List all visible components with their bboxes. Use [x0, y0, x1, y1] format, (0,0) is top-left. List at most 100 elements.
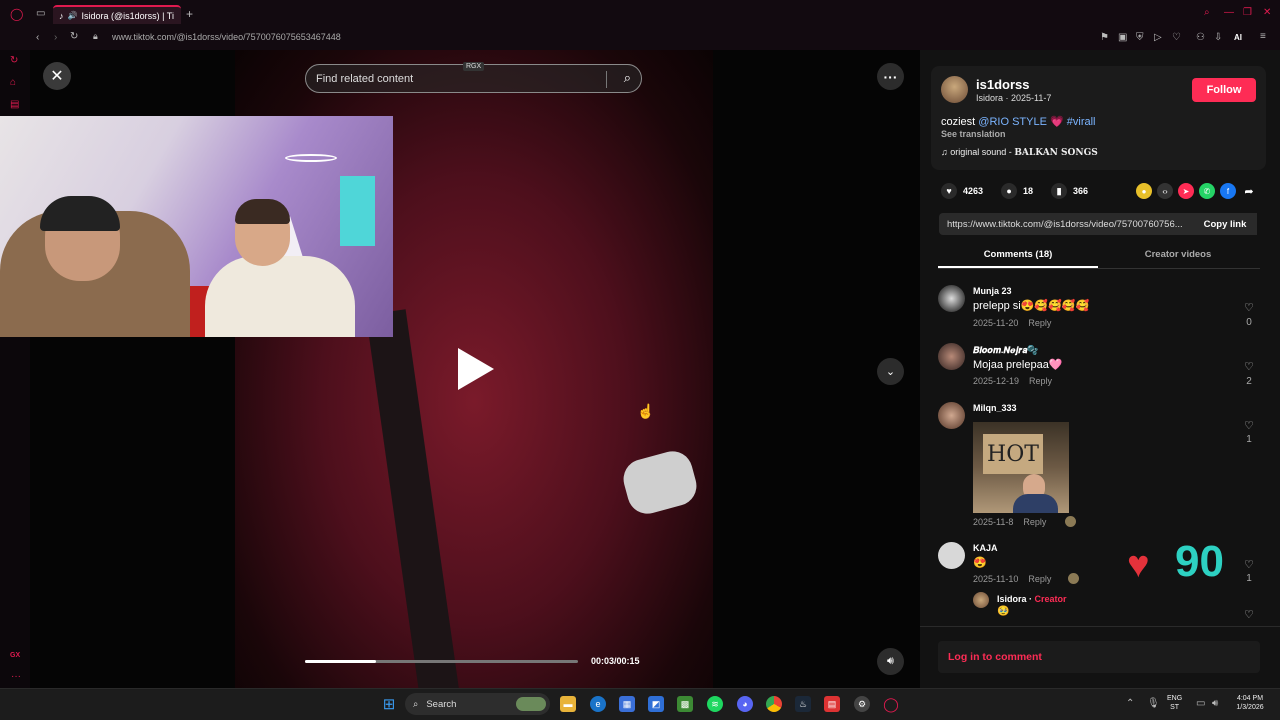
original-sound[interactable]: ♫ original sound - BALKAN SONGS — [941, 147, 1098, 158]
comment-author[interactable]: Munja 23 — [973, 286, 1012, 296]
reply-button[interactable]: Reply — [1023, 517, 1046, 527]
reply-button[interactable]: Reply — [1028, 318, 1051, 328]
microphone-icon[interactable]: 🎙︎ — [1147, 699, 1160, 709]
bookmark-icon[interactable]: ⚑ — [1100, 33, 1109, 43]
bookmark-icon[interactable]: ▮ — [1051, 183, 1068, 199]
app-icon[interactable]: ▤ — [824, 696, 840, 712]
comment-text: 😍 — [973, 557, 987, 569]
comment-like-icon[interactable]: ♡ — [1244, 301, 1254, 314]
overlay-heart-count: 90 — [1175, 537, 1224, 586]
speaker-icon[interactable]: 🔊 — [68, 11, 78, 20]
heart-icon[interactable]: ♡ — [1172, 33, 1181, 43]
see-translation-link[interactable]: See translation — [941, 129, 1006, 139]
comment-like-icon[interactable]: ♡ — [1244, 608, 1254, 621]
shield-icon[interactable]: ⛨ — [1136, 33, 1144, 43]
reply-button[interactable]: Reply — [1028, 574, 1051, 584]
comment-like-icon[interactable]: ♡ — [1244, 419, 1254, 432]
volume-button[interactable]: 🔊︎ — [877, 648, 904, 675]
sidebar-bag-icon[interactable]: ⌂ — [10, 78, 16, 88]
caption-hashtag[interactable]: #virall — [1067, 116, 1096, 128]
forward-icon[interactable]: › — [54, 33, 57, 43]
login-to-comment[interactable]: Log in to comment — [938, 641, 1260, 673]
sidebar-gx-label[interactable]: GX — [10, 652, 20, 659]
author-username[interactable]: is1dorss — [976, 77, 1029, 92]
comment-icon[interactable]: ● — [1001, 183, 1018, 199]
menu-icon[interactable]: ≡ — [1260, 32, 1266, 42]
creator-reply-name[interactable]: Isidora — [997, 594, 1027, 604]
minimize-icon[interactable]: — — [1224, 8, 1234, 18]
account-icon[interactable]: ⚇ — [1196, 33, 1205, 43]
reload-icon[interactable]: ↻ — [70, 32, 78, 42]
player-icon[interactable]: ▷ — [1154, 33, 1162, 43]
browser-tab-bar: ◯ ▭ ♪ 🔊 Isidora (@is1dorss) | Ti + ⌕ — ❐… — [0, 0, 1280, 28]
whatsapp-icon[interactable]: ✆ — [1199, 183, 1215, 199]
edge-icon[interactable]: e — [590, 696, 606, 712]
close-video-button[interactable]: ✕ — [43, 62, 71, 90]
clock[interactable]: 4:04 PM 1/3/2026 — [1230, 694, 1270, 712]
minecraft-icon[interactable]: ▩ — [677, 696, 693, 712]
aria-ai-button[interactable]: AI — [1234, 33, 1242, 42]
copy-link-button[interactable]: Copy link — [1193, 213, 1257, 235]
language-indicator[interactable]: ENG ST — [1167, 694, 1182, 712]
reply-button[interactable]: Reply — [1029, 376, 1052, 386]
tray-chevron-icon[interactable]: ⌃ — [1126, 699, 1134, 709]
app-icon[interactable]: ◩ — [648, 696, 664, 712]
steam-icon[interactable]: ♨ — [795, 696, 811, 712]
coin-icon[interactable]: ● — [1136, 183, 1152, 199]
snapshot-icon[interactable]: ▣ — [1118, 33, 1127, 43]
spotify-icon[interactable]: ≋ — [707, 696, 723, 712]
comment-gif[interactable]: HOT — [973, 422, 1069, 513]
lock-icon[interactable]: 🔒︎ — [93, 32, 98, 41]
workspaces-icon[interactable]: ▭ — [36, 9, 45, 19]
new-tab-button[interactable]: + — [186, 8, 193, 20]
url-text[interactable]: www.tiktok.com/@is1dorss/video/757007607… — [112, 32, 341, 42]
discord-icon[interactable]: ◕ — [737, 696, 753, 712]
tab-creator-videos[interactable]: Creator videos — [1098, 249, 1258, 260]
download-icon[interactable]: ⇩ — [1214, 33, 1222, 43]
taskbar-search[interactable]: ⌕ Search — [405, 693, 550, 715]
store-icon[interactable]: ▦ — [619, 696, 635, 712]
comment-author[interactable]: Milqn_333 — [973, 403, 1017, 413]
tab-comments[interactable]: Comments (18) — [938, 249, 1098, 260]
comment-like-icon[interactable]: ♡ — [1244, 360, 1254, 373]
comment-avatar[interactable] — [938, 285, 965, 312]
maximize-icon[interactable]: ❐ — [1243, 8, 1252, 18]
opera-logo-icon[interactable]: ◯ — [10, 8, 23, 20]
windows-start-icon[interactable]: ⊞ — [381, 696, 397, 713]
video-time: 00:03/00:15 — [591, 656, 640, 666]
facebook-icon[interactable]: f — [1220, 183, 1236, 199]
chrome-icon[interactable] — [766, 696, 782, 712]
author-avatar[interactable] — [941, 76, 968, 103]
next-video-button[interactable]: ⌄ — [877, 358, 904, 385]
video-progress-bar[interactable] — [305, 660, 578, 663]
comment-avatar[interactable] — [938, 343, 965, 370]
browser-tab-active[interactable]: ♪ 🔊 Isidora (@is1dorss) | Ti — [53, 5, 181, 24]
creator-reply-avatar[interactable] — [973, 592, 989, 608]
send-icon[interactable]: ➤ — [1178, 183, 1194, 199]
comment-like-icon[interactable]: ♡ — [1244, 558, 1254, 571]
sidebar-more-icon[interactable]: ··· — [11, 672, 21, 682]
opera-gx-icon[interactable]: ◯ — [883, 696, 899, 712]
play-icon[interactable] — [458, 348, 494, 390]
save-count: 366 — [1073, 186, 1089, 196]
app-icon[interactable]: ⚙ — [854, 696, 870, 712]
search-icon[interactable]: ⌕ — [624, 70, 631, 86]
embed-icon[interactable]: ‹› — [1157, 183, 1173, 199]
close-window-icon[interactable]: ✕ — [1263, 8, 1271, 18]
sidebar-chat-icon[interactable]: ▤ — [10, 100, 19, 110]
file-explorer-icon[interactable]: ▬ — [560, 696, 576, 712]
comment-avatar[interactable] — [938, 402, 965, 429]
sidebar-history-icon[interactable]: ↻ — [10, 56, 18, 66]
volume-tray-icon[interactable]: 🔊︎ — [1212, 699, 1218, 709]
follow-button[interactable]: Follow — [1192, 78, 1256, 102]
back-icon[interactable]: ‹ — [36, 33, 39, 43]
comment-author[interactable]: KAJA — [973, 543, 998, 553]
like-icon[interactable]: ♥ — [941, 183, 957, 199]
network-icon[interactable]: ▭ — [1196, 699, 1205, 709]
share-arrow-icon[interactable]: ➦ — [1241, 183, 1257, 199]
comment-avatar[interactable] — [938, 542, 965, 569]
caption-mention[interactable]: @RIO STYLE — [978, 116, 1047, 128]
more-options-button[interactable]: ··· — [877, 63, 904, 90]
search-tabs-icon[interactable]: ⌕ — [1204, 8, 1210, 18]
comment-author[interactable]: 𝑩𝒍𝒐𝒐𝒎.𝑵𝒆𝒋𝒓𝒂🫧 — [973, 345, 1039, 356]
